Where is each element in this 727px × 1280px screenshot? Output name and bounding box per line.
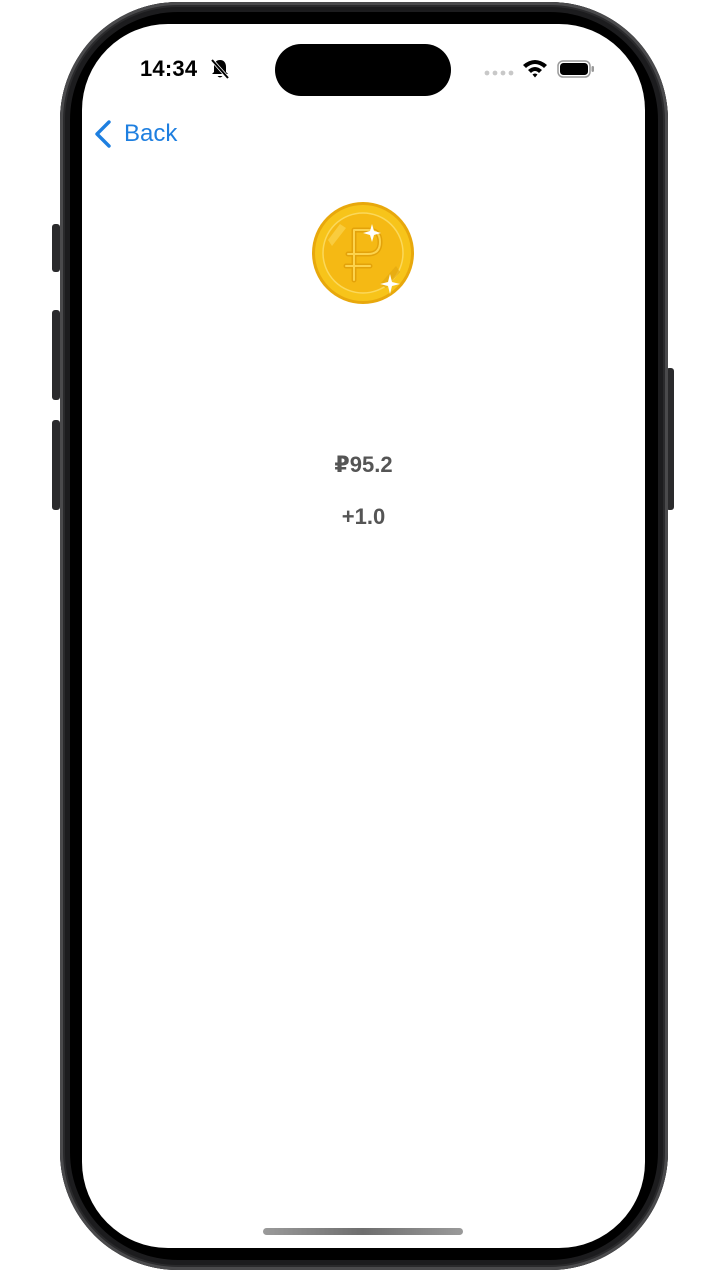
dynamic-island [275,44,451,96]
signal-dots-icon [484,70,514,76]
chevron-left-icon [95,120,111,148]
price-change: +1.0 [341,504,386,529]
action-button [52,224,60,272]
back-label: Back [124,120,178,147]
back-button[interactable]: Back [94,118,177,150]
volume-down-button [52,420,60,510]
battery-icon [557,60,594,78]
price-value: ₽95.2 [334,452,393,477]
page: 14:34 Back ₽95.2 +1.0 [0,0,727,1280]
status-time: 14:34 [140,56,198,81]
screen: 14:34 Back ₽95.2 +1.0 [82,24,645,1248]
wifi-icon [523,60,547,78]
bell-off-icon [210,58,230,80]
volume-up-button [52,310,60,400]
ruble-coin-icon [312,202,414,304]
home-indicator[interactable] [263,1228,463,1235]
